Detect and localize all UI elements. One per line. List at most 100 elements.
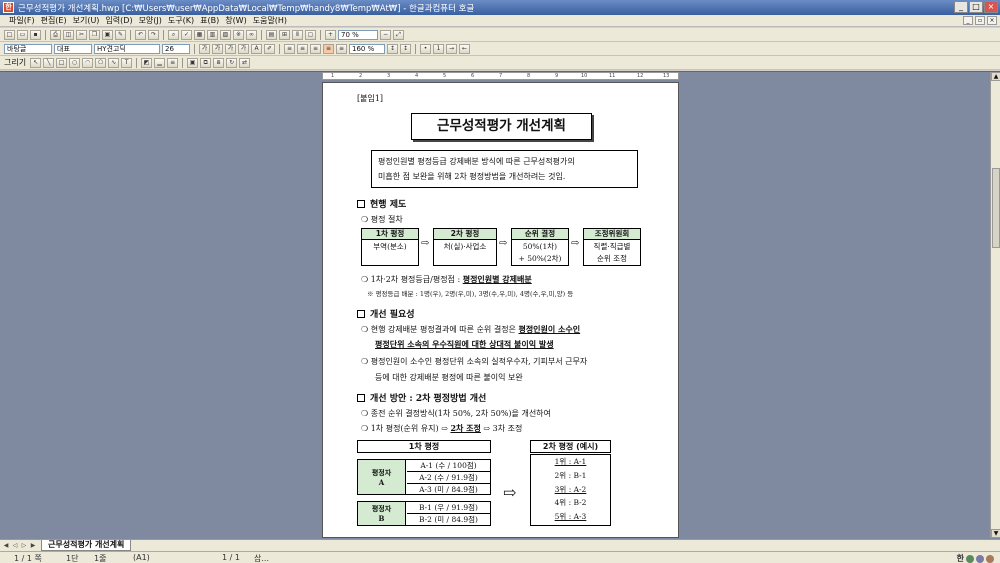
- copy-icon[interactable]: ❐: [89, 29, 100, 40]
- textbox-icon[interactable]: T: [121, 57, 133, 68]
- zoom-select[interactable]: 70 %: [338, 29, 378, 40]
- ranking-result-box: 1위 : A-1 2위 : B-1 3위 : A-2 4위 : B-2 5위 :…: [530, 454, 611, 526]
- save-icon[interactable]: ▪: [30, 29, 41, 40]
- group-icon[interactable]: ▣: [187, 57, 199, 68]
- close-button[interactable]: ×: [984, 1, 998, 13]
- menu-format[interactable]: 모양(J): [139, 15, 162, 26]
- menu-table[interactable]: 표(B): [200, 15, 219, 26]
- zoom-out-icon[interactable]: −: [380, 29, 391, 40]
- select-arrow-icon[interactable]: ↖: [30, 57, 42, 68]
- font-color-icon[interactable]: A: [251, 43, 262, 54]
- format-painter-icon[interactable]: ✎: [115, 29, 126, 40]
- new-document-icon[interactable]: □: [4, 29, 15, 40]
- find-icon[interactable]: ⌕: [168, 29, 179, 40]
- bold-icon[interactable]: 가: [199, 43, 210, 54]
- vertical-scrollbar[interactable]: ▲ ▼: [990, 72, 1000, 538]
- line-icon[interactable]: ╲: [43, 57, 55, 68]
- rectangle-icon[interactable]: □: [56, 57, 68, 68]
- align-center-icon[interactable]: ≡: [323, 43, 334, 54]
- maximize-button[interactable]: □: [969, 1, 983, 13]
- document-page[interactable]: [붙임1] 근무성적평가 개선계획 평정인원별 평정등급 강제배분 방식에 따른…: [322, 82, 679, 538]
- doc-restore-button[interactable]: ▫: [975, 16, 985, 25]
- align-right-icon[interactable]: ≡: [310, 43, 321, 54]
- numbering-icon[interactable]: 1: [433, 43, 444, 54]
- rotate-icon[interactable]: ↻: [226, 57, 238, 68]
- zoom-in-icon[interactable]: +: [325, 29, 336, 40]
- indent-icon[interactable]: →: [446, 43, 457, 54]
- font-size-select[interactable]: 26: [162, 43, 190, 54]
- print-icon[interactable]: ⎙: [50, 29, 61, 40]
- checkbox-icon: [357, 310, 365, 318]
- menu-file[interactable]: 파일(F): [9, 15, 35, 26]
- tray-icon[interactable]: [966, 554, 974, 563]
- symbol-icon[interactable]: ※: [233, 29, 244, 40]
- line-color-icon[interactable]: ▁: [154, 57, 166, 68]
- doc-close-button[interactable]: ×: [987, 16, 997, 25]
- standard-toolbar: □ ▭ ▪ ⎙ ◫ ✂ ❐ ▣ ✎ ↶ ↷ ⌕ ✓ ▦ ▥ ▨ ※ ∞ ▤ ⊞ …: [0, 28, 1000, 42]
- hyperlink-icon[interactable]: ∞: [246, 29, 257, 40]
- font-select[interactable]: HY견고딕: [94, 43, 160, 54]
- decrease-spacing-icon[interactable]: ↕: [400, 43, 411, 54]
- first-tab-icon[interactable]: ◀: [2, 542, 10, 550]
- tray-icon[interactable]: [976, 554, 984, 563]
- table-icon[interactable]: ▦: [194, 29, 205, 40]
- zoom-fit-icon[interactable]: ⤢: [393, 29, 404, 40]
- underline-icon[interactable]: 가: [225, 43, 236, 54]
- grid-icon[interactable]: ⊞: [279, 29, 290, 40]
- doc-minimize-button[interactable]: _: [963, 16, 973, 25]
- cut-icon[interactable]: ✂: [76, 29, 87, 40]
- outdent-icon[interactable]: ←: [459, 43, 470, 54]
- columns-icon[interactable]: Ⅱ: [292, 29, 303, 40]
- page-setup-icon[interactable]: ▤: [266, 29, 277, 40]
- list-item: 1위 : A-1: [554, 457, 587, 466]
- preview-icon[interactable]: ◫: [63, 29, 74, 40]
- bullets-icon[interactable]: •: [420, 43, 431, 54]
- last-tab-icon[interactable]: ▶: [29, 542, 37, 550]
- menu-tools[interactable]: 도구(K): [168, 15, 194, 26]
- scroll-thumb[interactable]: [992, 168, 1000, 248]
- increase-spacing-icon[interactable]: ↕: [387, 43, 398, 54]
- ime-tray[interactable]: 한: [957, 553, 994, 563]
- scroll-up-icon[interactable]: ▲: [991, 72, 1000, 81]
- minimize-button[interactable]: _: [954, 1, 968, 13]
- polygon-icon[interactable]: ⬠: [95, 57, 107, 68]
- align-left-icon[interactable]: ≡: [297, 43, 308, 54]
- full-screen-icon[interactable]: ▢: [305, 29, 316, 40]
- language-select[interactable]: 대표: [54, 43, 92, 54]
- spell-check-icon[interactable]: ✓: [181, 29, 192, 40]
- menu-help[interactable]: 도움말(H): [253, 15, 287, 26]
- image-icon[interactable]: ▨: [220, 29, 231, 40]
- highlight-icon[interactable]: ✐: [264, 43, 275, 54]
- menu-window[interactable]: 창(W): [225, 15, 247, 26]
- align-distribute-icon[interactable]: ≡: [336, 43, 347, 54]
- style-select[interactable]: 바탕글: [4, 43, 52, 54]
- undo-icon[interactable]: ↶: [135, 29, 146, 40]
- open-folder-icon[interactable]: ▭: [17, 29, 28, 40]
- send-back-icon[interactable]: ⧈: [213, 57, 225, 68]
- ellipse-icon[interactable]: ○: [69, 57, 81, 68]
- arc-icon[interactable]: ◠: [82, 57, 94, 68]
- italic-icon[interactable]: 가: [212, 43, 223, 54]
- menu-edit[interactable]: 편집(E): [41, 15, 67, 26]
- prev-tab-icon[interactable]: ◁: [11, 542, 19, 550]
- paste-icon[interactable]: ▣: [102, 29, 113, 40]
- bring-front-icon[interactable]: ⧉: [200, 57, 212, 68]
- line-style-icon[interactable]: ≡: [167, 57, 179, 68]
- menu-view[interactable]: 보기(U): [73, 15, 100, 26]
- line-spacing-select[interactable]: 160 %: [349, 43, 385, 54]
- tab-document[interactable]: 근무성적평가 개선계획: [41, 540, 132, 551]
- menu-insert[interactable]: 입력(D): [105, 15, 132, 26]
- curve-icon[interactable]: ∿: [108, 57, 120, 68]
- fill-color-icon[interactable]: ◩: [141, 57, 153, 68]
- scroll-down-icon[interactable]: ▼: [991, 529, 1000, 538]
- align-justify-icon[interactable]: ≡: [284, 43, 295, 54]
- section-improvement: 개선 방안 : 2차 평정방법 개선: [357, 391, 486, 404]
- strikethrough-icon[interactable]: 가: [238, 43, 249, 54]
- next-tab-icon[interactable]: ▷: [20, 542, 28, 550]
- redo-icon[interactable]: ↷: [148, 29, 159, 40]
- chart-icon[interactable]: ▥: [207, 29, 218, 40]
- hangul-ime-icon[interactable]: 한: [957, 553, 964, 563]
- tray-icon[interactable]: [986, 554, 994, 563]
- flip-icon[interactable]: ⇄: [239, 57, 251, 68]
- horizontal-ruler[interactable]: 12 34 56 78 9 10 11 12 13: [322, 72, 679, 80]
